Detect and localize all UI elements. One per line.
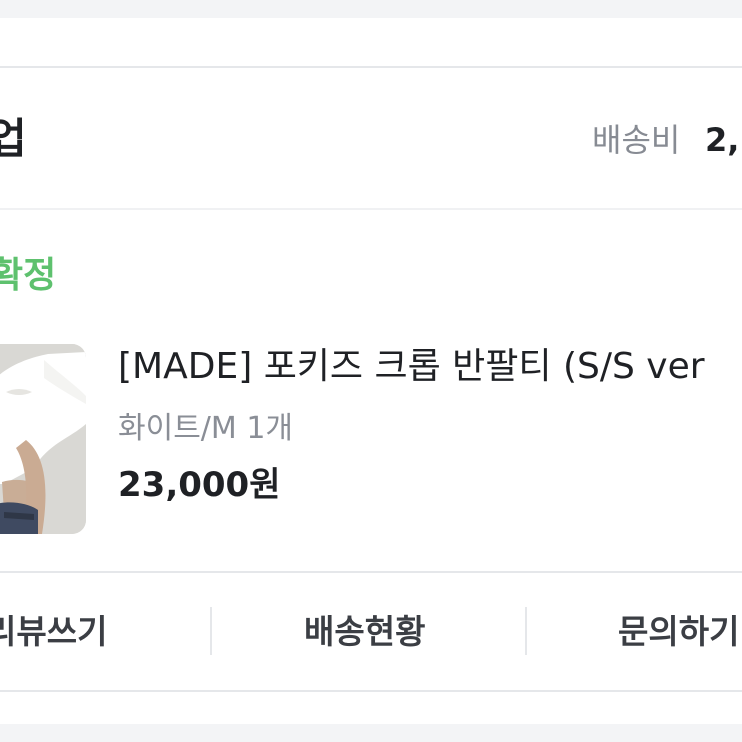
product-name[interactable]: [MADE] 포키즈 크롭 반팔티 (S/S ver	[118, 349, 705, 385]
product-thumbnail[interactable]	[0, 344, 86, 534]
order-card: 업 배송비 2, 확정 [MADE] 포키즈 크롭 반팔티 (S/S ver 화…	[0, 66, 742, 692]
page-background-top	[0, 0, 742, 18]
shipping-fee-value: 2,	[705, 121, 740, 159]
product-option: 화이트/M 1개	[118, 411, 294, 446]
inquiry-button[interactable]: 문의하기	[618, 607, 739, 657]
shipping-status-button[interactable]: 배송현황	[304, 607, 425, 657]
page-background-bottom	[0, 724, 742, 742]
order-status: 확정	[0, 255, 57, 296]
product-photo-icon	[0, 344, 86, 534]
shop-name[interactable]: 업	[0, 118, 27, 160]
action-separator	[525, 607, 527, 655]
actions-divider	[0, 571, 742, 573]
write-review-button[interactable]: 리뷰쓰기	[0, 607, 107, 657]
shipping-fee-label: 배송비	[592, 121, 681, 159]
action-separator	[210, 607, 212, 655]
product-price: 23,000원	[118, 465, 281, 505]
header-divider	[0, 208, 742, 210]
